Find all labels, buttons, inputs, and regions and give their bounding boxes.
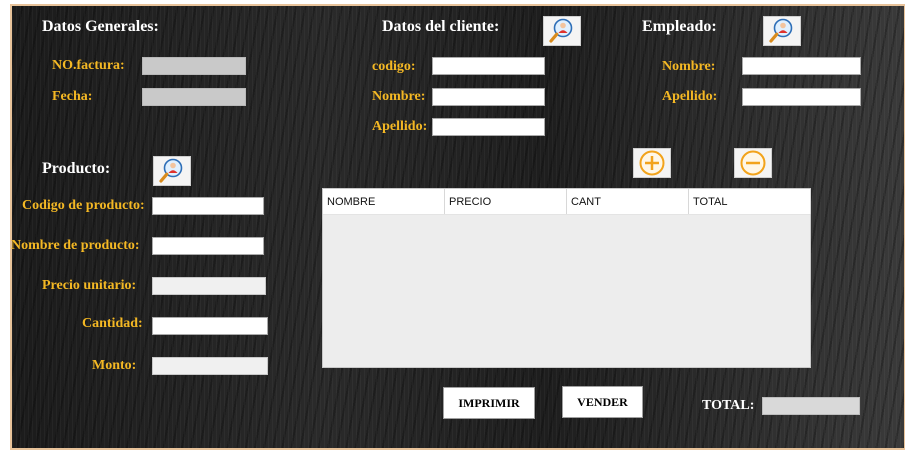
search-user-icon	[769, 18, 793, 43]
items-table[interactable]: NOMBRE PRECIO CANT TOTAL	[322, 188, 811, 368]
table-header: NOMBRE PRECIO CANT TOTAL	[323, 189, 811, 215]
total-field[interactable]	[762, 397, 860, 415]
producto-codigo-label: Codigo de producto:	[22, 198, 145, 213]
add-circle-icon	[639, 150, 665, 176]
empleado-apellido-label: Apellido:	[662, 89, 718, 104]
empleado-nombre-label: Nombre:	[662, 59, 716, 74]
cliente-apellido-label: Apellido:	[372, 119, 428, 134]
producto-cantidad-field[interactable]	[152, 317, 268, 335]
column-header-total[interactable]: TOTAL	[689, 189, 811, 214]
column-header-nombre[interactable]: NOMBRE	[323, 189, 445, 214]
search-user-icon	[549, 18, 573, 43]
producto-section-title: Producto:	[42, 160, 111, 177]
cliente-codigo-field[interactable]	[432, 57, 545, 75]
imprimir-button[interactable]: IMPRIMIR	[443, 387, 535, 419]
producto-codigo-field[interactable]	[152, 197, 264, 215]
general-section-title: Datos Generales:	[42, 18, 159, 35]
cliente-nombre-field[interactable]	[432, 88, 545, 106]
invoice-form: Datos Generales: NO.factura: Fecha: Dato…	[10, 4, 905, 450]
factura-label: NO.factura:	[52, 58, 125, 73]
column-header-precio[interactable]: PRECIO	[445, 189, 567, 214]
fecha-label: Fecha:	[52, 89, 93, 104]
cliente-nombre-label: Nombre:	[372, 89, 426, 104]
search-empleado-button[interactable]	[763, 16, 801, 46]
search-cliente-button[interactable]	[543, 16, 581, 46]
vender-button[interactable]: VENDER	[562, 386, 643, 418]
producto-cantidad-label: Cantidad:	[82, 316, 143, 331]
add-item-button[interactable]	[633, 148, 671, 178]
remove-item-button[interactable]	[734, 148, 772, 178]
column-header-cant[interactable]: CANT	[567, 189, 689, 214]
producto-monto-label: Monto:	[92, 358, 137, 373]
factura-field[interactable]	[142, 57, 246, 75]
search-producto-button[interactable]	[153, 156, 191, 186]
fecha-field[interactable]	[142, 88, 246, 106]
cliente-codigo-label: codigo:	[372, 59, 416, 74]
producto-nombre-label: Nombre de producto:	[11, 238, 140, 253]
remove-circle-icon	[740, 150, 766, 176]
producto-monto-field[interactable]	[152, 357, 268, 375]
empleado-apellido-field[interactable]	[742, 88, 861, 106]
empleado-section-title: Empleado:	[642, 18, 717, 35]
search-user-icon	[159, 158, 183, 183]
total-label: TOTAL:	[702, 398, 755, 413]
cliente-apellido-field[interactable]	[432, 118, 545, 136]
cliente-section-title: Datos del cliente:	[382, 18, 500, 35]
producto-nombre-field[interactable]	[152, 237, 264, 255]
producto-precio-label: Precio unitario:	[42, 278, 137, 293]
producto-precio-field[interactable]	[152, 277, 266, 295]
empleado-nombre-field[interactable]	[742, 57, 861, 75]
